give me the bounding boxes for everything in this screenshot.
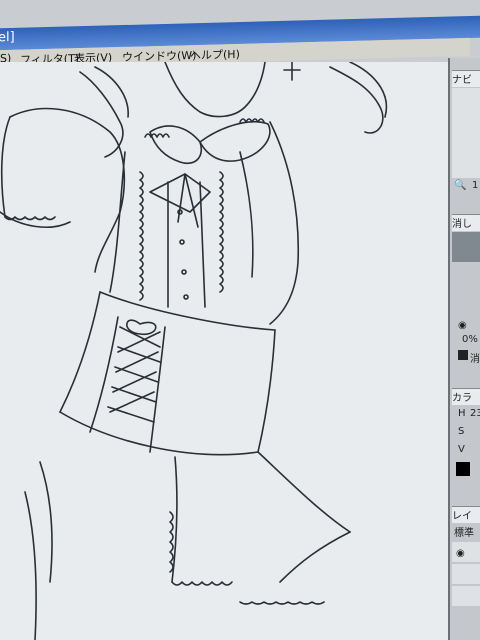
window-title: el] (0, 29, 15, 46)
eye-icon[interactable]: ◉ (456, 548, 465, 559)
navigator-preview (452, 88, 480, 178)
navigator-zoom-value: 1 (472, 180, 479, 191)
color-s-label: S (458, 426, 465, 437)
radio-icon[interactable]: ◉ (458, 320, 467, 331)
color-panel-title[interactable]: カラ (452, 388, 480, 405)
zoom-icon[interactable]: 🔍 (454, 180, 466, 191)
menu-item-help[interactable]: ヘルプ(H) (190, 46, 240, 63)
right-panel-dock: ナビ 🔍 1 消し ◉ 0% 消 カラ H 23 S V レイ 標準 ◉ (448, 58, 480, 640)
navigator-panel-title[interactable]: ナビ (452, 70, 480, 87)
foreground-color-swatch[interactable] (456, 462, 470, 476)
eraser-panel-title[interactable]: 消し (452, 214, 480, 231)
color-v-label: V (458, 444, 465, 455)
screen: el] S) フィルタ(T) 表示(V) ウインドウ(W) ヘルプ(H) ナビ … (0, 0, 480, 640)
eraser-preview (452, 232, 480, 262)
color-h-label: H (458, 408, 466, 419)
layer-panel-title[interactable]: レイ (452, 506, 480, 523)
eraser-sub-label: 消 (470, 354, 480, 365)
eraser-percent: 0% (462, 334, 478, 345)
drawing-canvas[interactable] (0, 62, 448, 640)
layer-blend-mode[interactable]: 標準 (454, 524, 474, 539)
line-art-drawing (0, 62, 388, 640)
layer-row[interactable] (452, 564, 480, 584)
eraser-swatch (458, 350, 468, 360)
layer-row[interactable] (452, 586, 480, 606)
color-h-value[interactable]: 23 (470, 408, 480, 419)
